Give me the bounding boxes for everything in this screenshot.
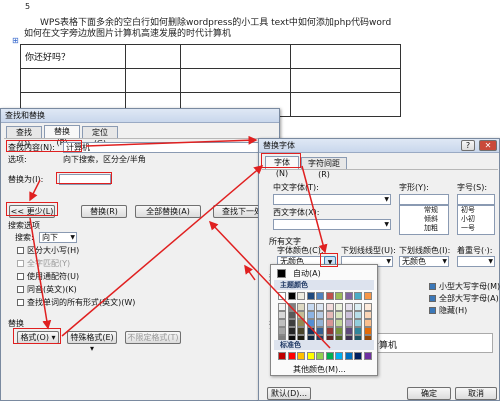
arrow: [29, 217, 52, 330]
arrow: [85, 135, 258, 147]
annotation-arrows: [29, 135, 331, 349]
arrow: [301, 165, 328, 254]
arrow: [61, 165, 264, 337]
arrow: [29, 179, 41, 202]
arrow: [208, 220, 331, 349]
